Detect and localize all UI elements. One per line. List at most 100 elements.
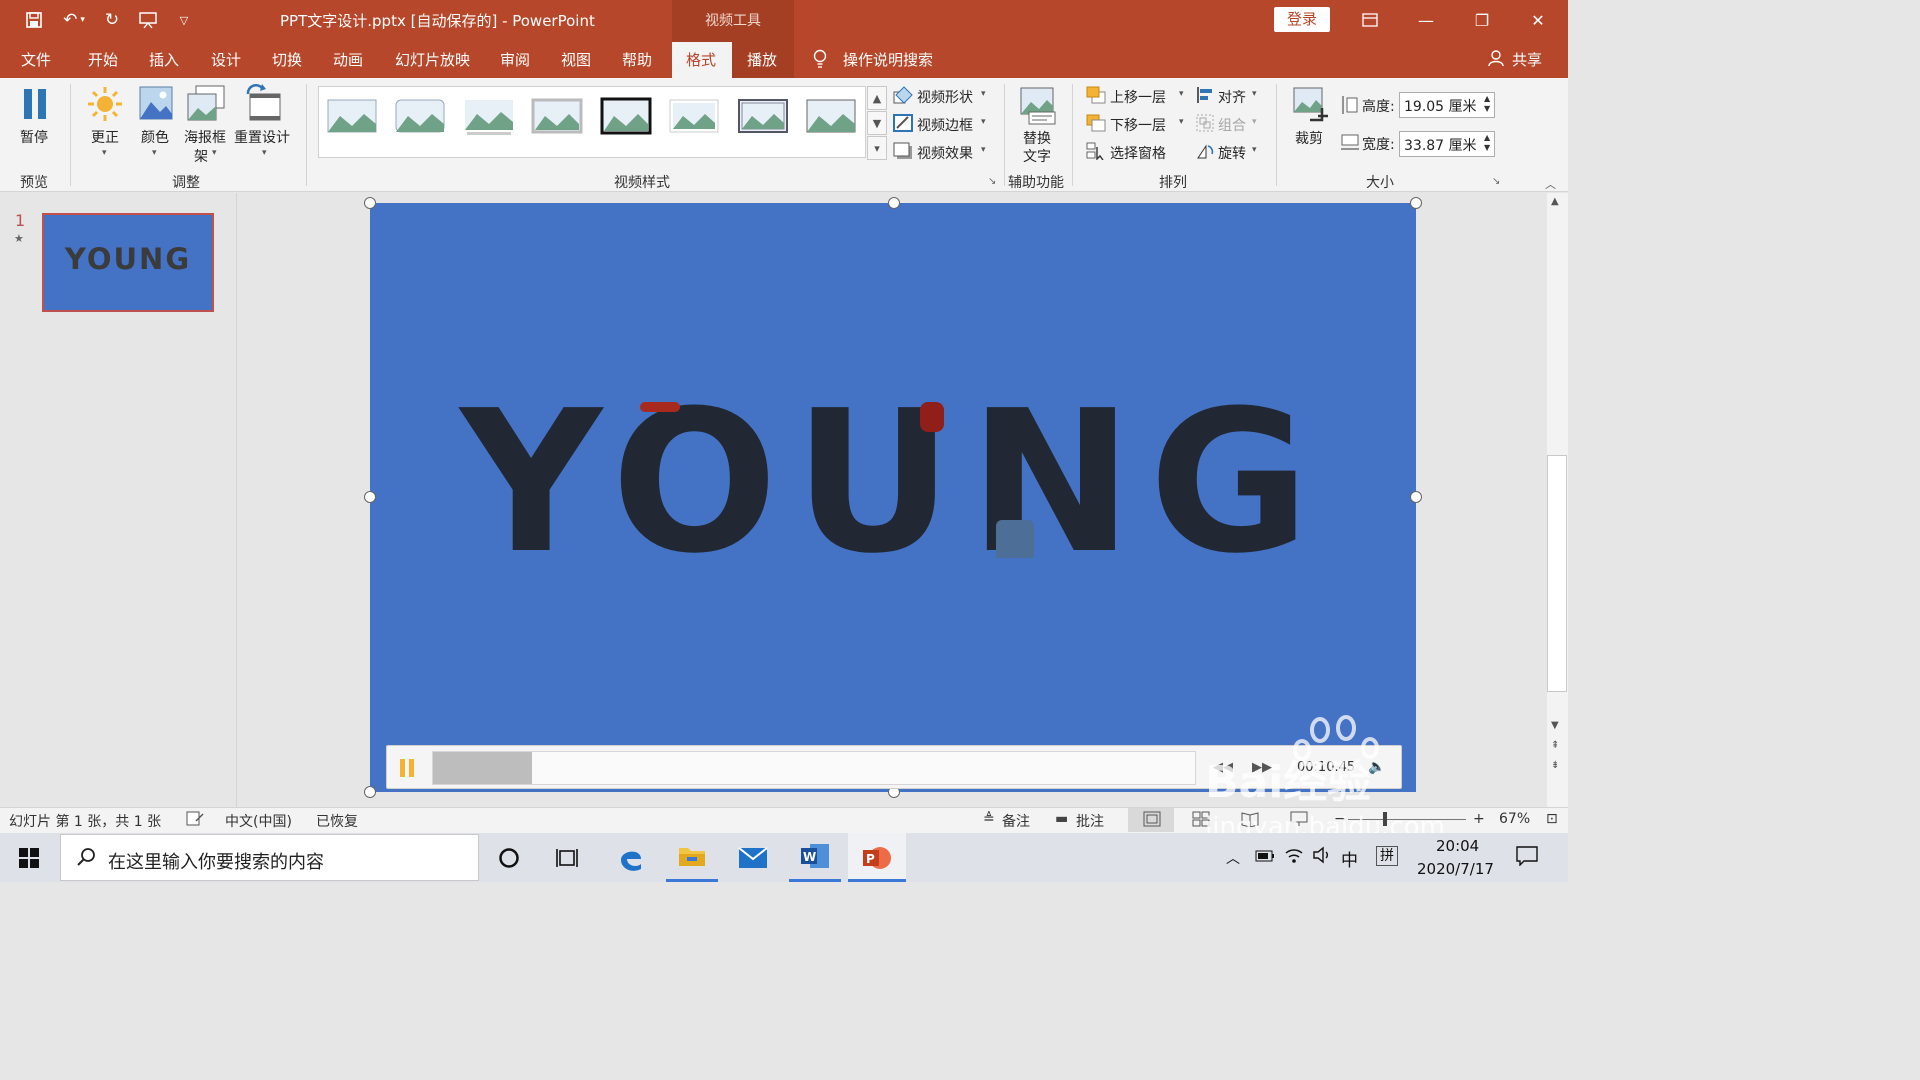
comments-icon[interactable]: ▬	[1055, 811, 1068, 827]
bring-forward-icon[interactable]	[1086, 86, 1106, 108]
corrections-button[interactable]: 更正	[91, 127, 119, 147]
bring-forward-button[interactable]: 上移一层	[1110, 87, 1166, 107]
height-spinner-icon[interactable]: ▲ ▼	[1484, 94, 1490, 114]
resize-handle[interactable]	[364, 491, 376, 503]
notes-button[interactable]: 备注	[1002, 811, 1030, 831]
spellcheck-icon[interactable]	[186, 811, 204, 831]
fit-slide-icon[interactable]: ⊡	[1546, 811, 1558, 827]
language-status[interactable]: 中文(中国)	[225, 811, 292, 831]
tab-format[interactable]: 格式	[672, 42, 732, 78]
video-effects-icon[interactable]	[893, 142, 913, 164]
task-view-icon[interactable]	[542, 833, 594, 882]
reset-design-icon[interactable]	[244, 84, 282, 126]
collapse-ribbon-icon[interactable]: ︿	[1545, 176, 1556, 192]
gallery-up-icon[interactable]: ▲	[867, 86, 887, 110]
ime-mode-indicator[interactable]: 拼	[1376, 846, 1398, 866]
dialog-launcher-icon[interactable]: ↘	[988, 176, 996, 187]
video-style-thumb-2[interactable]	[394, 96, 446, 136]
gallery-down-icon[interactable]: ▼	[867, 111, 887, 135]
resize-handle[interactable]	[364, 786, 376, 798]
video-effects-button[interactable]: 视频效果	[917, 143, 973, 163]
tab-file[interactable]: 文件	[21, 49, 51, 70]
tab-transitions[interactable]: 切换	[272, 49, 302, 70]
redo-icon[interactable]: ↻	[100, 8, 124, 32]
notification-icon[interactable]	[1516, 846, 1538, 870]
tab-animations[interactable]: 动画	[333, 49, 363, 70]
zoom-in-icon[interactable]: +	[1473, 811, 1485, 827]
slide-canvas[interactable]: YOUNG	[370, 203, 1416, 792]
selection-pane-button[interactable]: 选择窗格	[1110, 143, 1166, 163]
ime-language-indicator[interactable]: 中	[1341, 846, 1358, 871]
lightbulb-icon[interactable]	[812, 49, 828, 73]
restore-icon[interactable]: ❐	[1460, 4, 1504, 36]
video-style-thumb-8[interactable]	[805, 96, 857, 136]
comments-button[interactable]: 批注	[1076, 811, 1104, 831]
word-icon[interactable]: W	[789, 833, 841, 882]
scroll-down-icon[interactable]: ▼	[1551, 720, 1559, 731]
tab-help[interactable]: 帮助	[622, 49, 652, 70]
slide-thumbnail-1[interactable]: YOUNG	[42, 213, 214, 312]
clock-date[interactable]: 2020/7/17	[1417, 860, 1494, 878]
minimize-icon[interactable]: —	[1404, 4, 1448, 36]
pause-icon[interactable]	[22, 88, 48, 124]
align-button[interactable]: 对齐	[1218, 87, 1246, 107]
width-spinner-icon[interactable]: ▲ ▼	[1484, 133, 1490, 153]
close-icon[interactable]: ✕	[1516, 4, 1560, 36]
windows-start-icon[interactable]	[3, 833, 55, 882]
notes-icon[interactable]: ≜	[983, 811, 995, 827]
align-icon[interactable]	[1196, 86, 1214, 108]
pause-button[interactable]: 暂停	[20, 127, 48, 147]
save-icon[interactable]	[22, 8, 46, 32]
send-backward-icon[interactable]	[1086, 114, 1106, 136]
file-explorer-icon[interactable]	[666, 833, 718, 882]
video-border-button[interactable]: 视频边框	[917, 115, 973, 135]
powerpoint-icon[interactable]: P	[851, 833, 903, 882]
reset-design-button[interactable]: 重置设计	[234, 127, 290, 147]
video-shape-icon[interactable]	[893, 86, 913, 108]
mail-icon[interactable]	[727, 833, 779, 882]
young-video-text[interactable]: YOUNG	[370, 383, 1416, 583]
ribbon-display-icon[interactable]	[1348, 4, 1392, 36]
video-style-thumb-7[interactable]	[737, 96, 789, 136]
tell-me-search[interactable]: 操作说明搜索	[843, 49, 933, 70]
zoom-level[interactable]: 67%	[1499, 811, 1530, 827]
undo-icon[interactable]: ↶ ▾	[58, 8, 90, 32]
dialog-launcher-icon[interactable]: ↘	[1492, 176, 1500, 187]
video-style-thumb-4[interactable]	[531, 96, 583, 136]
share-button[interactable]: 共享	[1512, 49, 1542, 70]
share-icon[interactable]	[1488, 49, 1504, 71]
customize-qat-icon[interactable]: ▽	[172, 8, 196, 32]
rotate-icon[interactable]	[1196, 142, 1214, 164]
resize-handle[interactable]	[1410, 491, 1422, 503]
wifi-icon[interactable]	[1284, 846, 1304, 868]
next-slide-icon[interactable]: ⇟	[1551, 760, 1559, 771]
resize-handle[interactable]	[888, 197, 900, 209]
normal-view-icon[interactable]	[1143, 811, 1161, 831]
tab-playback[interactable]: 播放	[747, 49, 777, 70]
tab-home[interactable]: 开始	[88, 49, 118, 70]
alt-text-icon[interactable]	[1019, 86, 1057, 130]
gallery-more-icon[interactable]: ▾	[867, 136, 887, 160]
tray-expand-icon[interactable]: ︿	[1226, 848, 1240, 868]
video-border-icon[interactable]	[893, 114, 913, 136]
playbar-pause-icon[interactable]	[399, 758, 415, 782]
rotate-button[interactable]: 旋转	[1218, 143, 1246, 163]
send-backward-button[interactable]: 下移一层	[1110, 115, 1166, 135]
corrections-icon[interactable]	[86, 85, 124, 127]
clock-time[interactable]: 20:04	[1436, 837, 1479, 855]
alt-text-button[interactable]: 替换	[1023, 128, 1051, 148]
previous-slide-icon[interactable]: ⇞	[1551, 740, 1559, 751]
crop-icon[interactable]	[1292, 86, 1330, 128]
color-icon[interactable]	[139, 86, 173, 124]
video-style-thumb-3[interactable]	[463, 96, 515, 136]
presentation-icon[interactable]	[136, 8, 160, 32]
tab-view[interactable]: 视图	[561, 49, 591, 70]
cortana-icon[interactable]	[483, 833, 535, 882]
tab-design[interactable]: 设计	[211, 49, 241, 70]
resize-handle[interactable]	[364, 197, 376, 209]
tab-slideshow[interactable]: 幻灯片放映	[395, 49, 470, 70]
tab-review[interactable]: 审阅	[500, 49, 530, 70]
video-style-thumb-5[interactable]	[600, 96, 652, 136]
volume-tray-icon[interactable]	[1312, 846, 1332, 868]
tab-insert[interactable]: 插入	[149, 49, 179, 70]
